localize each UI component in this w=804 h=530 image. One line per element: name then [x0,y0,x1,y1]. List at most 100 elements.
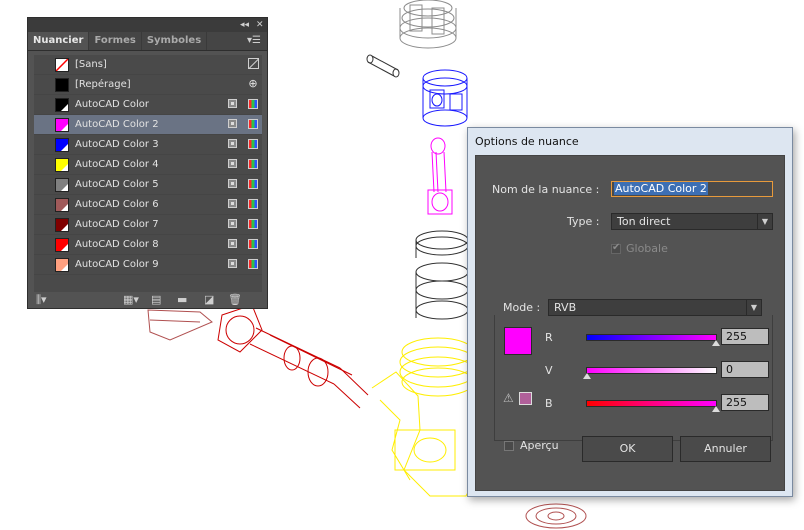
slider-thumb[interactable] [712,340,720,346]
blue-slider[interactable] [586,400,720,412]
checkmark-icon: ✔ [612,242,621,253]
red-slider[interactable] [586,334,720,346]
swatch-label: AutoCAD Color 2 [75,119,159,130]
swatch-options-dialog: Options de nuance Nom de la nuance : Aut… [467,127,793,497]
chevron-down-icon: ▼ [757,214,772,229]
type-select[interactable]: Ton direct ▼ [611,213,773,230]
swatch-chip [55,118,69,132]
global-checkbox[interactable]: ✔ [611,242,621,254]
swatch-row-none[interactable]: [Sans] [34,55,262,75]
tab-symboles[interactable]: Symboles [142,32,208,50]
rgb-mode-icon [248,259,258,269]
yellow-crankcase-part [371,337,481,497]
swatch-chip [55,98,69,112]
swatch-options-icon[interactable]: ▤ [151,293,161,307]
tab-nuancier[interactable]: Nuancier [28,32,90,50]
swatch-label: AutoCAD Color 7 [75,219,159,230]
pin-part [366,54,400,78]
spot-color-icon [228,259,237,268]
brown-gear-part [525,503,587,529]
r-label: R [545,331,553,344]
v-label: V [545,364,553,377]
green-slider[interactable] [583,367,717,379]
global-label: Globale [626,242,668,255]
swatch-row[interactable]: AutoCAD Color 7 [34,215,262,235]
preview-label: Aperçu [520,439,559,452]
blue-piston-part [422,69,468,127]
chevron-down-icon: ▼ [746,300,761,315]
type-value: Ton direct [617,215,671,228]
rgb-mode-icon [248,119,258,129]
swatch-name-value: AutoCAD Color 2 [614,182,708,195]
ok-button[interactable]: OK [582,436,673,462]
panel-menu-icon[interactable]: ▾☰ [247,32,261,50]
rgb-mode-icon [248,99,258,109]
swatch-chip [55,258,69,272]
rgb-mode-icon [248,139,258,149]
swatch-list: [Sans] [Repérage] ⊕ AutoCAD Color AutoCA… [34,55,262,295]
swatch-row-registration[interactable]: [Repérage] ⊕ [34,75,262,95]
red-value-field[interactable]: 255 [721,328,769,345]
swatch-row[interactable]: AutoCAD Color 8 [34,235,262,255]
swatch-row[interactable]: AutoCAD Color 4 [34,155,262,175]
dialog-title: Options de nuance [475,135,579,148]
swatch-chip [55,238,69,252]
swatch-label: AutoCAD Color 8 [75,239,159,250]
new-group-icon[interactable]: ▬ [177,293,187,307]
spot-color-icon [228,159,237,168]
rgb-mode-icon [248,199,258,209]
library-icon[interactable]: ⫼▾ [36,293,47,307]
swatch-none-chip [55,58,69,72]
rgb-mode-icon [248,159,258,169]
panel-title-bar[interactable]: ◂◂ ✕ [28,18,267,32]
close-icon[interactable]: ✕ [256,18,264,32]
spot-color-icon [228,219,237,228]
slider-thumb[interactable] [583,373,591,379]
b-label: B [545,397,553,410]
green-value-field[interactable]: 0 [721,361,769,378]
panel-tabs: Nuancier Formes Symboles ▾☰ [28,32,267,51]
new-swatch-icon[interactable]: ◪ [204,293,214,307]
panel-bottom-bar: ⫼▾ ▦▾ ▤ ▬ ◪ 🗑 [28,292,267,308]
registration-icon: ⊕ [248,77,258,90]
type-label: Type : [567,215,600,228]
tab-formes[interactable]: Formes [89,32,142,50]
swatch-label: AutoCAD Color [75,99,150,110]
swatch-row[interactable]: AutoCAD Color 5 [34,175,262,195]
swatch-row[interactable]: AutoCAD Color 3 [34,135,262,155]
swatch-row[interactable]: AutoCAD Color [34,95,262,115]
swatch-row-selected[interactable]: AutoCAD Color 2 [34,115,262,135]
rgb-mode-icon [248,239,258,249]
swatch-chip [55,178,69,192]
spot-color-icon [228,99,237,108]
swatch-label: AutoCAD Color 9 [75,259,159,270]
swatch-row[interactable]: AutoCAD Color 9 [34,255,262,275]
spot-color-icon [228,199,237,208]
mode-label: Mode : [503,301,541,314]
mode-value: RVB [554,301,577,314]
delete-icon[interactable]: 🗑 [228,293,242,307]
double-chevron-left-icon[interactable]: ◂◂ [240,18,249,32]
spot-color-icon [228,119,237,128]
slider-thumb[interactable] [712,406,720,412]
red-crankshaft-part [217,304,369,409]
blue-value-field[interactable]: 255 [721,394,769,411]
swatch-label: AutoCAD Color 6 [75,199,159,210]
preview-checkbox[interactable] [504,441,514,451]
swatch-label: AutoCAD Color 4 [75,159,159,170]
swatch-row[interactable]: AutoCAD Color 6 [34,195,262,215]
mode-select[interactable]: RVB ▼ [548,299,762,316]
rgb-mode-icon [248,219,258,229]
spot-color-icon [228,139,237,148]
out-of-gamut-warning-icon[interactable]: ⚠ [503,391,514,405]
cancel-button[interactable]: Annuler [680,436,771,462]
swatch-label: AutoCAD Color 3 [75,139,159,150]
color-preview-swatch [504,327,532,355]
swatch-name-input[interactable]: AutoCAD Color 2 [611,181,773,197]
ring-stack-part [415,230,469,320]
web-safe-color-chip[interactable] [519,392,532,405]
brown-bracket-part [147,309,213,341]
gray-cylinder-part [399,0,457,49]
swatch-chip [55,218,69,232]
show-kinds-icon[interactable]: ▦▾ [123,293,139,307]
